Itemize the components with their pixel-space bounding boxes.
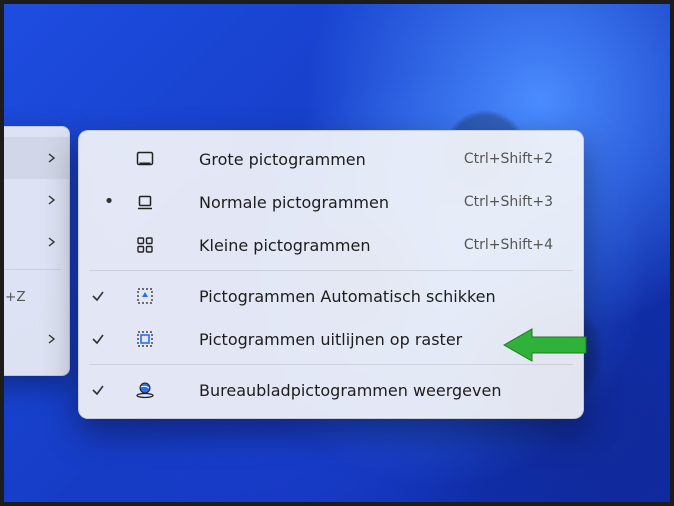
undo-shortcut-label: Ctrl+Z xyxy=(0,289,26,305)
view-submenu: Grote pictogrammen Ctrl+Shift+2 • Normal… xyxy=(78,130,584,419)
parent-menu-undo[interactable]: Ctrl+Z xyxy=(0,276,69,318)
menu-item-show-desktop-icons[interactable]: Bureaubladpictogrammen weergeven xyxy=(85,369,577,411)
menu-item-medium-icons[interactable]: • Normale pictogrammen Ctrl+Shift+3 xyxy=(85,181,577,223)
menu-divider xyxy=(0,269,61,270)
parent-menu-item[interactable] xyxy=(0,318,69,360)
menu-shortcut: Ctrl+Shift+4 xyxy=(464,237,569,253)
menu-item-align-to-grid[interactable]: Pictogrammen uitlijnen op raster xyxy=(85,318,577,360)
check-indicator xyxy=(91,289,127,303)
menu-label: Pictogrammen Automatisch schikken xyxy=(195,287,569,306)
menu-label: Kleine pictogrammen xyxy=(195,236,464,255)
medium-icons-icon xyxy=(127,192,163,212)
menu-shortcut: Ctrl+Shift+3 xyxy=(464,194,569,210)
small-icons-icon xyxy=(127,235,163,255)
menu-item-auto-arrange[interactable]: Pictogrammen Automatisch schikken xyxy=(85,275,577,317)
menu-item-large-icons[interactable]: Grote pictogrammen Ctrl+Shift+2 xyxy=(85,138,577,180)
large-icons-icon xyxy=(127,149,163,169)
menu-label: Bureaubladpictogrammen weergeven xyxy=(195,381,569,400)
parent-menu-item[interactable] xyxy=(0,221,69,263)
menu-label: Pictogrammen uitlijnen op raster xyxy=(195,330,569,349)
context-menu-parent: Ctrl+Z xyxy=(0,126,70,376)
menu-divider xyxy=(89,270,573,271)
desktop-icon xyxy=(127,380,163,400)
chevron-right-icon xyxy=(47,237,57,247)
menu-divider xyxy=(89,364,573,365)
menu-item-small-icons[interactable]: Kleine pictogrammen Ctrl+Shift+4 xyxy=(85,224,577,266)
align-grid-icon xyxy=(127,329,163,349)
check-indicator xyxy=(91,383,127,397)
menu-shortcut: Ctrl+Shift+2 xyxy=(464,151,569,167)
parent-menu-item[interactable] xyxy=(0,179,69,221)
menu-label: Grote pictogrammen xyxy=(195,150,464,169)
auto-arrange-icon xyxy=(127,286,163,306)
chevron-right-icon xyxy=(47,195,57,205)
chevron-right-icon xyxy=(47,153,57,163)
chevron-right-icon xyxy=(47,334,57,344)
parent-menu-item[interactable] xyxy=(0,137,69,179)
menu-label: Normale pictogrammen xyxy=(195,193,464,212)
check-indicator xyxy=(91,332,127,346)
